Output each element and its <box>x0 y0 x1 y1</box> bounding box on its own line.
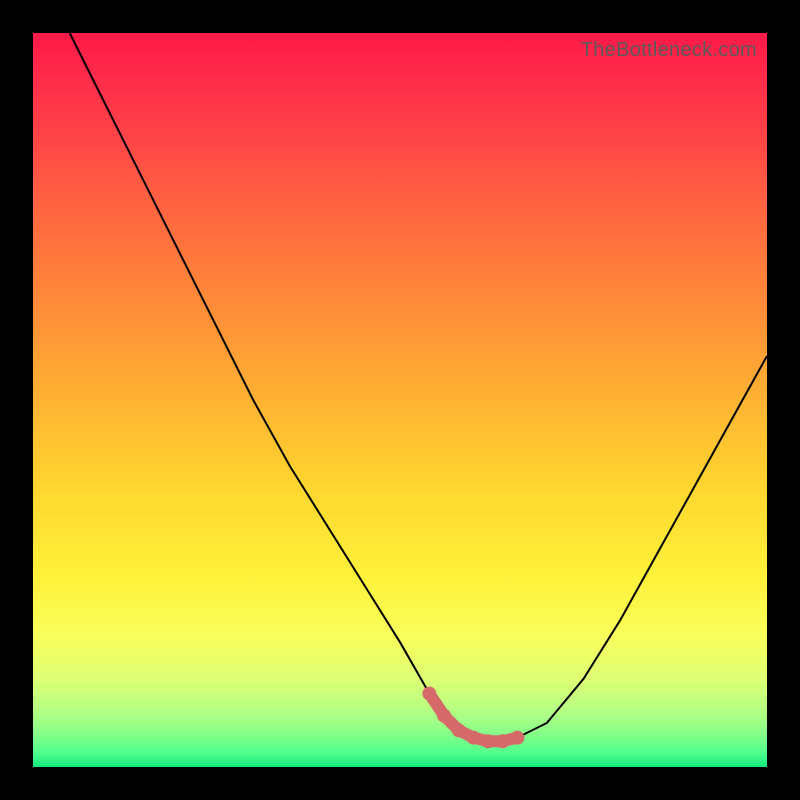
plot-area: TheBottleneck.com <box>33 33 767 767</box>
bottleneck-curve <box>33 33 767 767</box>
chart-frame: TheBottleneck.com <box>0 0 800 800</box>
